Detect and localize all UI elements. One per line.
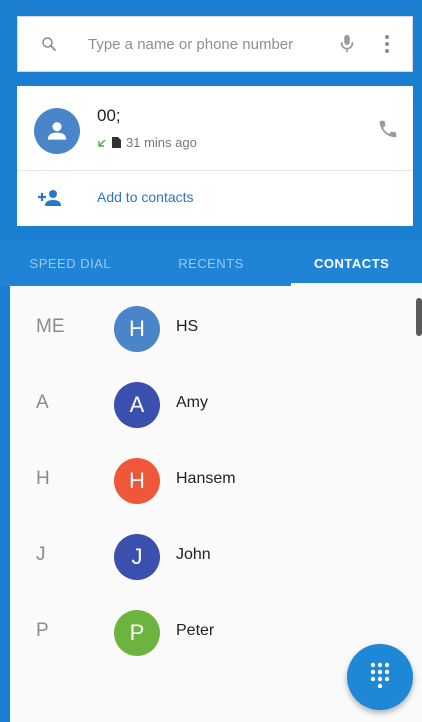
avatar: H <box>114 306 160 352</box>
search-bar[interactable]: Type a name or phone number <box>17 16 413 72</box>
add-contact-icon <box>37 186 63 210</box>
contact-name: Hansem <box>176 470 236 487</box>
avatar: H <box>114 458 160 504</box>
avatar: P <box>114 610 160 656</box>
section-letter: A <box>36 392 49 413</box>
tab-recents[interactable]: RECENTS <box>141 240 282 286</box>
section-letter: H <box>36 468 50 489</box>
contact-name: HS <box>176 318 199 335</box>
list-item[interactable]: A A Amy <box>10 370 422 446</box>
list-item[interactable]: ME H HS <box>10 294 422 370</box>
avatar: A <box>114 382 160 428</box>
recent-call-card: 00; 31 mins ago Add to contacts <box>17 86 413 226</box>
contact-name: Amy <box>176 394 208 411</box>
caller-name: 00; <box>97 106 121 125</box>
list-item[interactable]: J J John <box>10 522 422 598</box>
dialpad-icon <box>369 662 391 693</box>
search-icon[interactable] <box>38 33 60 55</box>
recent-call-row[interactable]: 00; 31 mins ago <box>17 86 413 171</box>
section-letter: ME <box>36 316 65 337</box>
list-item[interactable]: H H Hansem <box>10 446 422 522</box>
avatar: J <box>114 534 160 580</box>
sim-icon <box>112 137 121 148</box>
search-input[interactable]: Type a name or phone number <box>88 36 336 53</box>
call-icon[interactable] <box>377 118 399 140</box>
add-to-contacts-label: Add to contacts <box>97 189 194 205</box>
section-letter: J <box>36 544 46 565</box>
add-to-contacts-row[interactable]: Add to contacts <box>17 170 413 226</box>
call-meta: 31 mins ago <box>97 135 197 150</box>
dialpad-button[interactable] <box>347 644 413 710</box>
call-received-icon <box>98 139 106 147</box>
call-time: 31 mins ago <box>126 135 197 150</box>
section-letter: P <box>36 620 49 641</box>
tab-bar: SPEED DIAL RECENTS CONTACTS <box>0 240 422 286</box>
more-vert-icon[interactable] <box>376 33 398 55</box>
tab-contacts[interactable]: CONTACTS <box>281 240 422 286</box>
phone-screen: Type a name or phone number 00; 31 mins … <box>0 0 422 722</box>
mic-icon[interactable] <box>336 33 358 55</box>
contact-name: John <box>176 546 211 563</box>
tab-speed-dial[interactable]: SPEED DIAL <box>0 240 141 286</box>
contact-name: Peter <box>176 622 215 639</box>
person-icon <box>34 108 80 154</box>
